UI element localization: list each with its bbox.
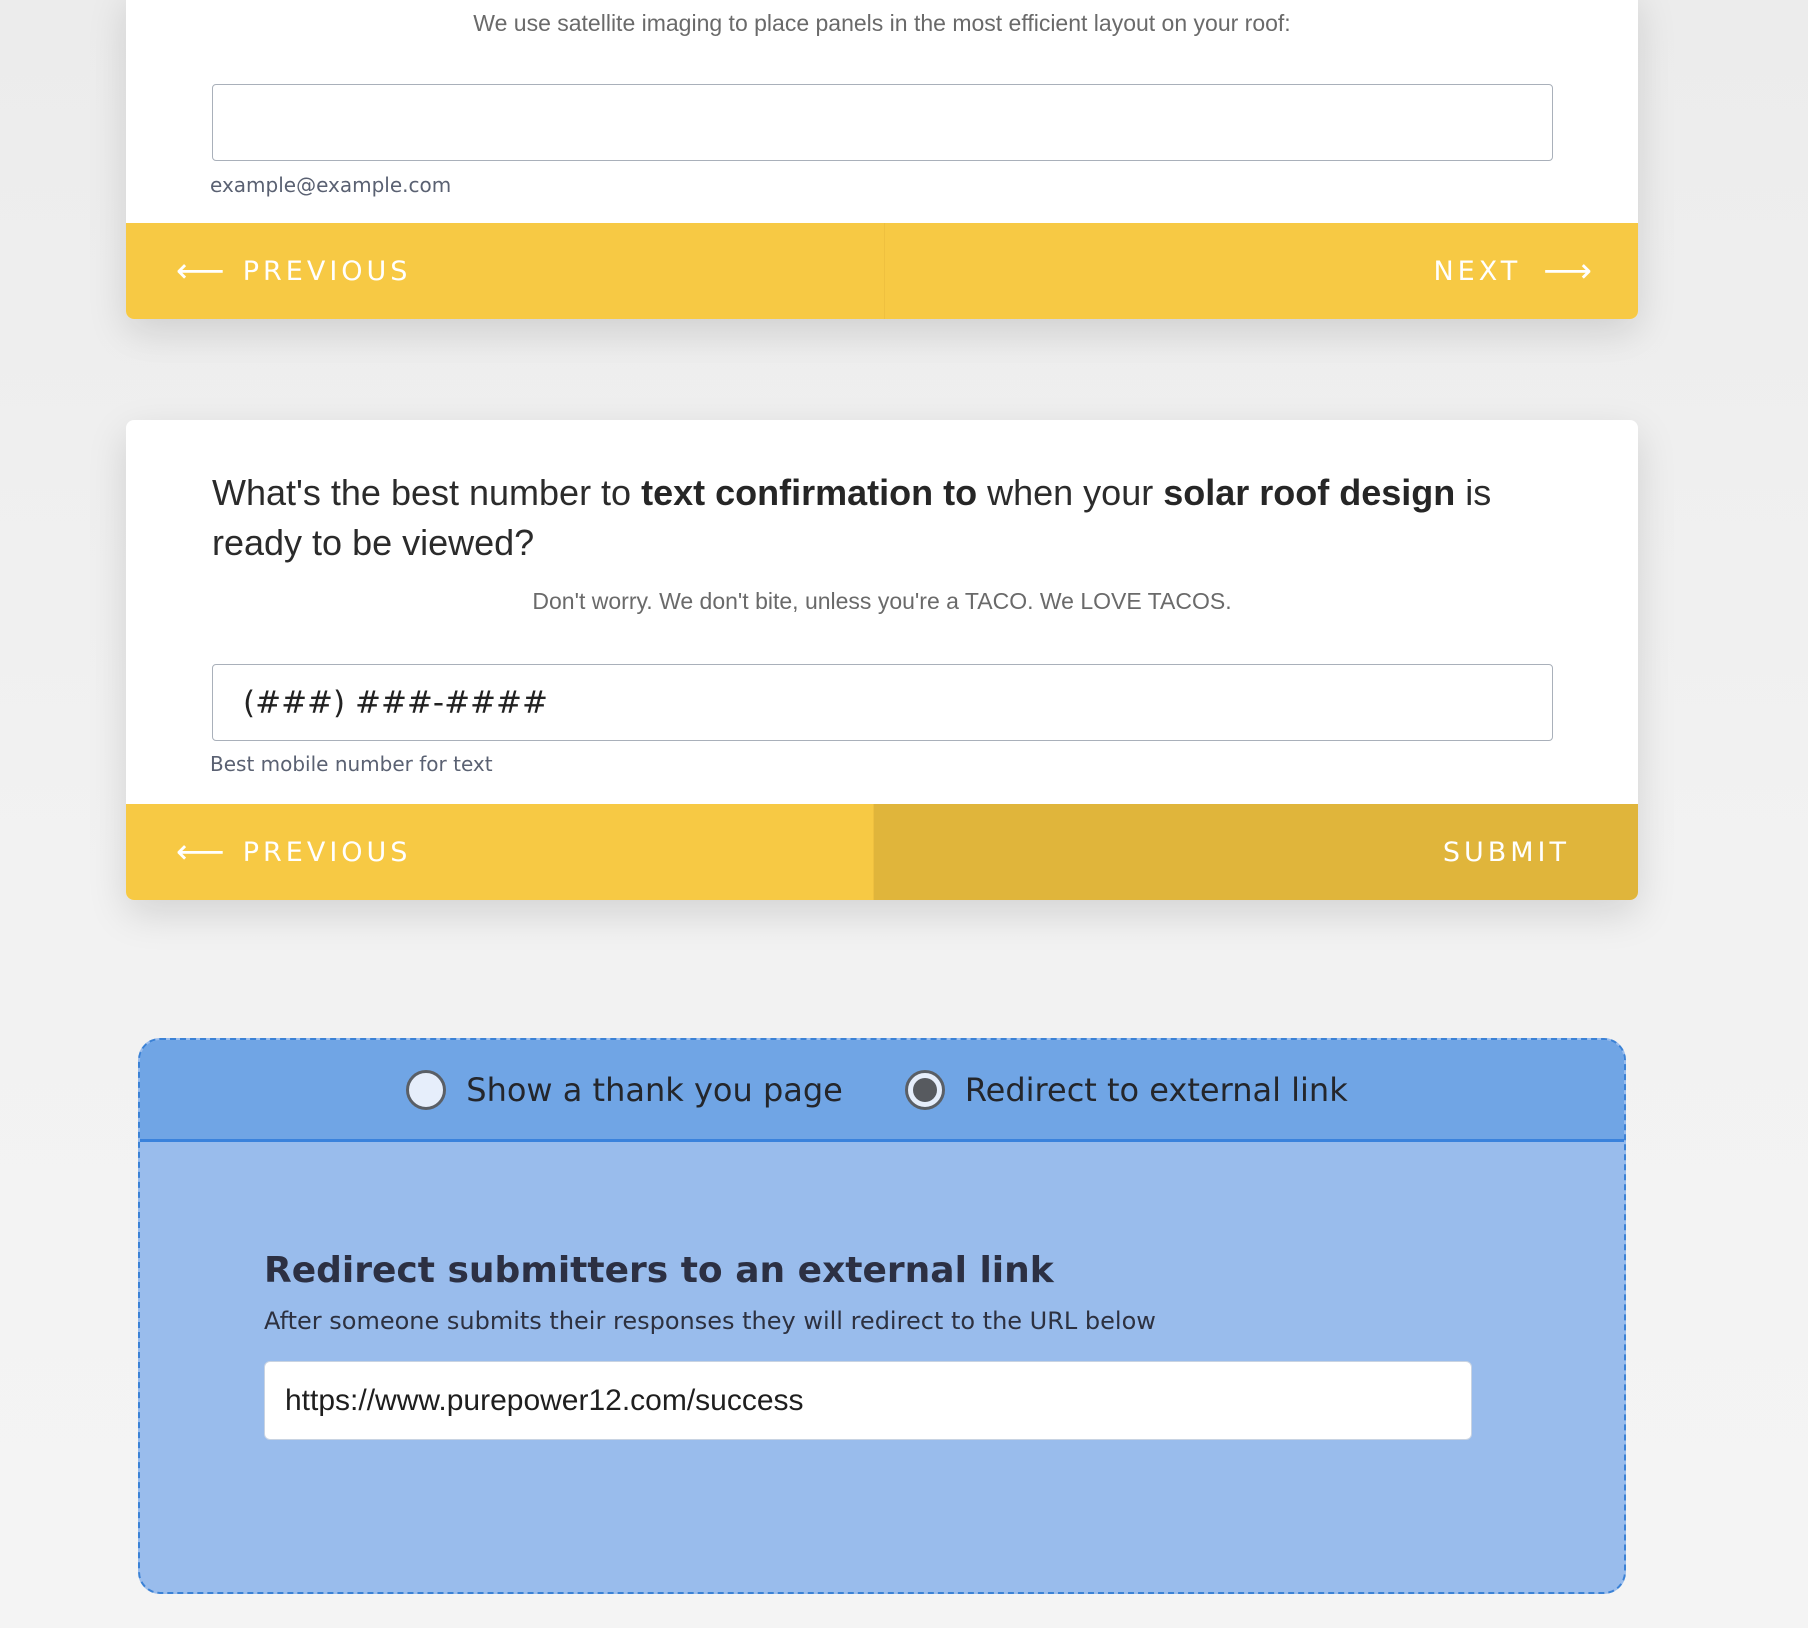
arrow-left-icon: ⟵ bbox=[176, 832, 225, 872]
email-previous-button[interactable]: ⟵ PREVIOUS bbox=[126, 223, 885, 319]
phone-step-nav: ⟵ PREVIOUS SUBMIT bbox=[126, 804, 1638, 900]
previous-label: PREVIOUS bbox=[242, 255, 412, 287]
completion-options: Show a thank you page Redirect to extern… bbox=[140, 1040, 1624, 1142]
redirect-radio[interactable] bbox=[904, 1069, 945, 1110]
email-step-card: We use satellite imaging to place panels… bbox=[126, 0, 1638, 319]
redirect-url-input[interactable] bbox=[264, 1361, 1472, 1440]
phone-step-subtext: Don't worry. We don't bite, unless you'r… bbox=[532, 588, 1232, 614]
redirect-body: Redirect submitters to an external link … bbox=[264, 1250, 1474, 1440]
email-step-nav: ⟵ PREVIOUS NEXT ⟶ bbox=[126, 223, 1638, 319]
redirect-label: Redirect to external link bbox=[964, 1070, 1348, 1109]
submit-label: SUBMIT bbox=[1442, 836, 1570, 868]
phone-input[interactable] bbox=[212, 664, 1553, 741]
next-label: NEXT bbox=[1433, 255, 1522, 287]
email-helper-text: example@example.com bbox=[210, 173, 452, 197]
question-bold-2: solar roof design bbox=[1163, 472, 1456, 513]
thank-you-radio[interactable] bbox=[406, 1069, 447, 1110]
question-bold-1: text confirmation to bbox=[641, 472, 978, 513]
phone-helper-text: Best mobile number for text bbox=[210, 752, 493, 776]
redirect-description: After someone submits their responses th… bbox=[264, 1307, 1156, 1335]
email-input[interactable] bbox=[212, 84, 1553, 161]
previous-label: PREVIOUS bbox=[242, 836, 412, 868]
submit-button[interactable]: SUBMIT bbox=[873, 804, 1638, 900]
question-text-1: What's the best number to bbox=[212, 472, 642, 513]
arrow-right-icon: ⟶ bbox=[1543, 251, 1592, 291]
email-step-subtext: We use satellite imaging to place panels… bbox=[473, 10, 1291, 36]
thank-you-page-option[interactable]: Show a thank you page bbox=[406, 1069, 843, 1110]
redirect-title: Redirect submitters to an external link bbox=[264, 1250, 1054, 1291]
redirect-link-option[interactable]: Redirect to external link bbox=[904, 1069, 1348, 1110]
phone-previous-button[interactable]: ⟵ PREVIOUS bbox=[126, 804, 874, 900]
redirect-settings-panel: Show a thank you page Redirect to extern… bbox=[138, 1038, 1626, 1594]
phone-question: What's the best number to text confirmat… bbox=[212, 468, 1572, 568]
phone-step-card: What's the best number to text confirmat… bbox=[126, 420, 1638, 900]
question-text-2: when your bbox=[977, 472, 1164, 513]
arrow-left-icon: ⟵ bbox=[176, 251, 225, 291]
thank-you-label: Show a thank you page bbox=[466, 1070, 843, 1109]
email-next-button[interactable]: NEXT ⟶ bbox=[884, 223, 1638, 319]
